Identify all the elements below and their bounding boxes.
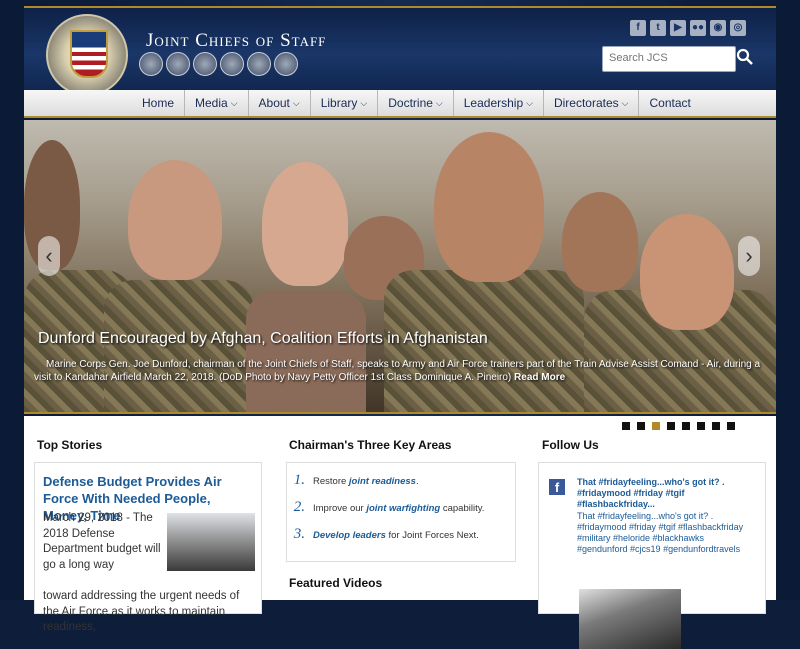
- social-links: f t ▶ ●● ◉ ◎: [630, 20, 746, 36]
- jcs-seal-logo[interactable]: [46, 14, 128, 96]
- nav-about[interactable]: About ⌵: [249, 90, 311, 116]
- key-area-item: 2. Improve our joint warfighting capabil…: [294, 499, 485, 515]
- coast-guard-seal-icon: [247, 52, 271, 76]
- top-stories-heading: Top Stories: [37, 438, 103, 452]
- hero-photo-head: [562, 192, 638, 292]
- story-image[interactable]: [167, 513, 255, 571]
- flickr-icon[interactable]: ●●: [690, 20, 706, 36]
- hero-photo-head: [434, 132, 544, 282]
- slider-dot-active[interactable]: [652, 422, 660, 430]
- key-area-item: 3. Develop leaders for Joint Forces Next…: [294, 526, 479, 542]
- facebook-icon[interactable]: f: [630, 20, 646, 36]
- key-areas-heading: Chairman's Three Key Areas: [289, 438, 452, 452]
- chevron-down-icon: ⌵: [435, 98, 443, 108]
- read-more-link[interactable]: Read More: [514, 372, 565, 383]
- slider-dots: [622, 422, 735, 430]
- facebook-icon[interactable]: f: [549, 479, 565, 495]
- facebook-feed: f That #fridayfeeling...who's got it? . …: [538, 462, 766, 649]
- key-areas-box: 1. Restore joint readiness. 2. Improve o…: [286, 462, 516, 562]
- content-area: Top Stories Defense Budget Provides Air …: [24, 416, 776, 649]
- key-area-number: 1.: [293, 472, 305, 488]
- branch-seals: [139, 52, 298, 76]
- slider-dot[interactable]: [727, 422, 735, 430]
- hero-photo-head: [640, 214, 734, 330]
- key-area-link[interactable]: joint readiness: [349, 476, 416, 487]
- nav-media[interactable]: Media ⌵: [185, 90, 249, 116]
- national-guard-seal-icon: [274, 52, 298, 76]
- slider-dot[interactable]: [682, 422, 690, 430]
- chevron-down-icon: ⌵: [621, 98, 629, 108]
- air-force-seal-icon: [193, 52, 217, 76]
- key-area-link[interactable]: joint warfighting: [366, 503, 440, 514]
- slider-dot[interactable]: [667, 422, 675, 430]
- nav-contact[interactable]: Contact: [639, 90, 700, 116]
- rss-icon[interactable]: ◉: [710, 20, 726, 36]
- search-box: [602, 46, 736, 72]
- hero-caption: Marine Corps Gen. Joe Dunford, chairman …: [34, 359, 761, 383]
- instagram-icon[interactable]: ◎: [730, 20, 746, 36]
- shield-icon: [70, 30, 108, 78]
- hero-photo-head: [128, 160, 222, 280]
- search-icon[interactable]: [736, 48, 754, 66]
- slider-dot[interactable]: [637, 422, 645, 430]
- navy-seal-icon: [166, 52, 190, 76]
- chevron-down-icon: ⌵: [230, 98, 238, 108]
- nav-directorates[interactable]: Directorates ⌵: [544, 90, 640, 116]
- nav-leadership[interactable]: Leadership ⌵: [454, 90, 544, 116]
- nav-doctrine[interactable]: Doctrine ⌵: [378, 90, 454, 116]
- key-area-item: 1. Restore joint readiness.: [294, 472, 419, 488]
- slider-prev-button[interactable]: ‹: [38, 236, 60, 276]
- key-area-number: 3.: [293, 526, 305, 542]
- slider-dot[interactable]: [712, 422, 720, 430]
- slider-dot[interactable]: [697, 422, 705, 430]
- nav-library[interactable]: Library ⌵: [311, 90, 379, 116]
- site-title[interactable]: Joint Chiefs of Staff: [146, 30, 326, 52]
- site-header: Joint Chiefs of Staff f t ▶ ●● ◉ ◎: [24, 6, 776, 96]
- twitter-icon[interactable]: t: [650, 20, 666, 36]
- nav-home[interactable]: Home: [132, 90, 186, 116]
- story-summary: March 29, 2018 - The 2018 Defense Depart…: [43, 512, 161, 571]
- hero-title[interactable]: Dunford Encouraged by Afghan, Coalition …: [38, 330, 488, 348]
- search-input[interactable]: [603, 47, 733, 69]
- chevron-down-icon: ⌵: [292, 98, 300, 108]
- fb-post-text[interactable]: That #fridayfeeling...who's got it? . #f…: [577, 511, 757, 555]
- chevron-down-icon: ⌵: [526, 98, 533, 108]
- page: Joint Chiefs of Staff f t ▶ ●● ◉ ◎ Home: [0, 0, 800, 649]
- army-seal-icon: [139, 52, 163, 76]
- marines-seal-icon: [220, 52, 244, 76]
- slider-next-button[interactable]: ›: [738, 236, 760, 276]
- top-story-card: Defense Budget Provides Air Force With N…: [34, 462, 262, 633]
- follow-us-heading: Follow Us: [542, 438, 599, 452]
- slider-dot[interactable]: [622, 422, 630, 430]
- hero-divider: [24, 412, 776, 414]
- hero-slider[interactable]: ‹ › Dunford Encouraged by Afghan, Coalit…: [24, 120, 776, 414]
- fb-post-image[interactable]: [579, 589, 681, 649]
- story-summary-continued: toward addressing the urgent needs of th…: [43, 590, 240, 633]
- key-area-link[interactable]: Develop leaders: [313, 530, 386, 541]
- key-area-number: 2.: [293, 499, 305, 515]
- hero-photo-soldier: [246, 290, 366, 414]
- fb-post-title[interactable]: That #fridayfeeling...who's got it? . #f…: [577, 477, 757, 510]
- featured-videos-heading: Featured Videos: [289, 576, 383, 590]
- youtube-icon[interactable]: ▶: [670, 20, 686, 36]
- hero-photo-head: [262, 162, 348, 286]
- main-nav: Home Media ⌵ About ⌵ Library ⌵ Doctrine ⌵ Le…: [24, 90, 776, 118]
- chevron-down-icon: ⌵: [360, 98, 368, 108]
